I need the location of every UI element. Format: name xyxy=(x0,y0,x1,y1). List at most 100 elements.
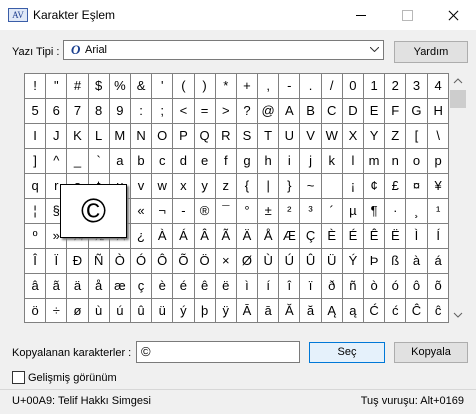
chevron-down-icon[interactable] xyxy=(370,47,379,52)
char-cell[interactable]: ¸ xyxy=(406,199,428,224)
char-cell[interactable]: ± xyxy=(258,199,280,224)
char-cell[interactable]: P xyxy=(173,124,195,149)
char-cell[interactable]: ó xyxy=(385,274,407,299)
char-cell[interactable]: ] xyxy=(25,149,47,174)
grid-scrollbar[interactable] xyxy=(449,73,467,323)
char-cell[interactable]: õ xyxy=(427,274,448,299)
char-cell[interactable]: Ć xyxy=(364,299,386,322)
char-cell[interactable]: Ô xyxy=(152,249,174,274)
char-cell[interactable]: Ú xyxy=(279,249,301,274)
char-cell[interactable]: : xyxy=(130,99,153,124)
char-cell[interactable]: Í xyxy=(427,224,448,249)
char-cell[interactable]: Ê xyxy=(364,224,386,249)
char-cell[interactable]: Ø xyxy=(236,249,259,274)
char-cell[interactable]: ÿ xyxy=(216,299,237,322)
char-cell[interactable]: ê xyxy=(194,274,216,299)
char-cell[interactable]: Ç xyxy=(300,224,322,249)
char-cell[interactable]: ° xyxy=(236,199,259,224)
help-button[interactable]: Yardım xyxy=(394,41,468,63)
char-cell[interactable]: ! xyxy=(25,74,47,99)
char-cell[interactable]: X xyxy=(342,124,364,149)
char-cell[interactable]: I xyxy=(25,124,47,149)
char-cell[interactable]: Ï xyxy=(46,249,68,274)
char-cell[interactable]: @ xyxy=(258,99,280,124)
close-button[interactable] xyxy=(430,0,476,30)
char-cell[interactable]: H xyxy=(427,99,448,124)
char-cell[interactable]: = xyxy=(194,99,216,124)
char-cell[interactable]: Å xyxy=(258,224,280,249)
char-cell[interactable]: é xyxy=(173,274,195,299)
char-cell[interactable]: [ xyxy=(406,124,428,149)
char-cell[interactable]: ð xyxy=(321,274,343,299)
char-cell[interactable]: ( xyxy=(173,74,195,99)
char-cell[interactable]: y xyxy=(194,174,216,199)
char-cell[interactable]: { xyxy=(236,174,259,199)
char-cell[interactable]: ¹ xyxy=(427,199,448,224)
char-cell[interactable]: í xyxy=(258,274,280,299)
font-select[interactable]: O Arial xyxy=(63,40,384,60)
char-cell[interactable]: ć xyxy=(385,299,407,322)
char-cell[interactable]: Æ xyxy=(279,224,301,249)
char-cell[interactable]: « xyxy=(130,199,153,224)
char-cell[interactable]: à xyxy=(406,249,428,274)
char-cell[interactable]: n xyxy=(385,149,407,174)
char-cell[interactable]: Õ xyxy=(173,249,195,274)
char-cell[interactable]: × xyxy=(215,249,237,274)
char-cell[interactable]: ý xyxy=(173,299,195,322)
char-cell[interactable]: Ă xyxy=(279,299,301,322)
char-cell[interactable]: ö xyxy=(25,299,47,322)
char-cell[interactable]: f xyxy=(215,149,237,174)
select-button[interactable]: Seç xyxy=(309,342,385,363)
char-cell[interactable]: ³ xyxy=(300,199,322,224)
char-cell[interactable]: Þ xyxy=(364,249,386,274)
char-cell[interactable]: É xyxy=(342,224,364,249)
char-cell[interactable]: î xyxy=(279,274,301,299)
char-cell[interactable]: d xyxy=(173,149,195,174)
char-cell[interactable]: 1 xyxy=(364,74,386,99)
char-cell[interactable]: ¬ xyxy=(152,199,174,224)
char-cell[interactable]: V xyxy=(300,124,322,149)
char-cell[interactable]: x xyxy=(173,174,195,199)
char-cell[interactable]: E xyxy=(364,99,386,124)
char-cell[interactable]: \ xyxy=(427,124,448,149)
scroll-down-icon[interactable] xyxy=(449,306,467,323)
char-cell[interactable]: ì xyxy=(236,274,259,299)
char-cell[interactable]: b xyxy=(130,149,153,174)
char-cell[interactable]: ¶ xyxy=(364,199,386,224)
char-cell[interactable]: æ xyxy=(109,274,131,299)
char-cell[interactable]: K xyxy=(67,124,89,149)
char-cell[interactable]: W xyxy=(321,124,343,149)
char-cell[interactable]: ä xyxy=(67,274,89,299)
char-cell[interactable]: á xyxy=(427,249,448,274)
char-cell[interactable]: Ë xyxy=(385,224,407,249)
char-cell[interactable]: $ xyxy=(88,74,110,99)
char-cell[interactable]: > xyxy=(215,99,237,124)
char-cell[interactable]: Ù xyxy=(258,249,280,274)
char-cell[interactable]: & xyxy=(130,74,153,99)
char-cell[interactable]: Y xyxy=(364,124,386,149)
char-cell[interactable]: ã xyxy=(46,274,68,299)
char-cell[interactable]: ¤ xyxy=(406,174,428,199)
char-cell[interactable]: Ð xyxy=(67,249,89,274)
char-cell[interactable]: 5 xyxy=(25,99,47,124)
char-cell[interactable]: U xyxy=(279,124,301,149)
copy-chars-input[interactable]: © xyxy=(136,341,300,363)
char-cell[interactable]: ¡ xyxy=(342,174,364,199)
char-cell[interactable]: ā xyxy=(258,299,280,322)
char-cell[interactable]: ) xyxy=(194,74,216,99)
char-cell[interactable]: q xyxy=(25,174,47,199)
char-cell[interactable]: ' xyxy=(152,74,174,99)
char-cell[interactable]: ú xyxy=(110,299,131,322)
char-cell[interactable]: v xyxy=(130,174,153,199)
char-cell[interactable]: Â xyxy=(194,224,216,249)
char-cell[interactable]: ¦ xyxy=(25,199,47,224)
char-cell[interactable]: Á xyxy=(173,224,195,249)
char-cell[interactable]: R xyxy=(215,124,237,149)
char-cell[interactable]: 9 xyxy=(109,99,131,124)
char-cell[interactable]: þ xyxy=(195,299,216,322)
char-cell[interactable]: Z xyxy=(385,124,407,149)
char-cell[interactable]: 7 xyxy=(67,99,89,124)
char-cell[interactable]: B xyxy=(300,99,322,124)
scroll-up-icon[interactable] xyxy=(449,73,467,90)
char-cell[interactable]: ô xyxy=(406,274,428,299)
